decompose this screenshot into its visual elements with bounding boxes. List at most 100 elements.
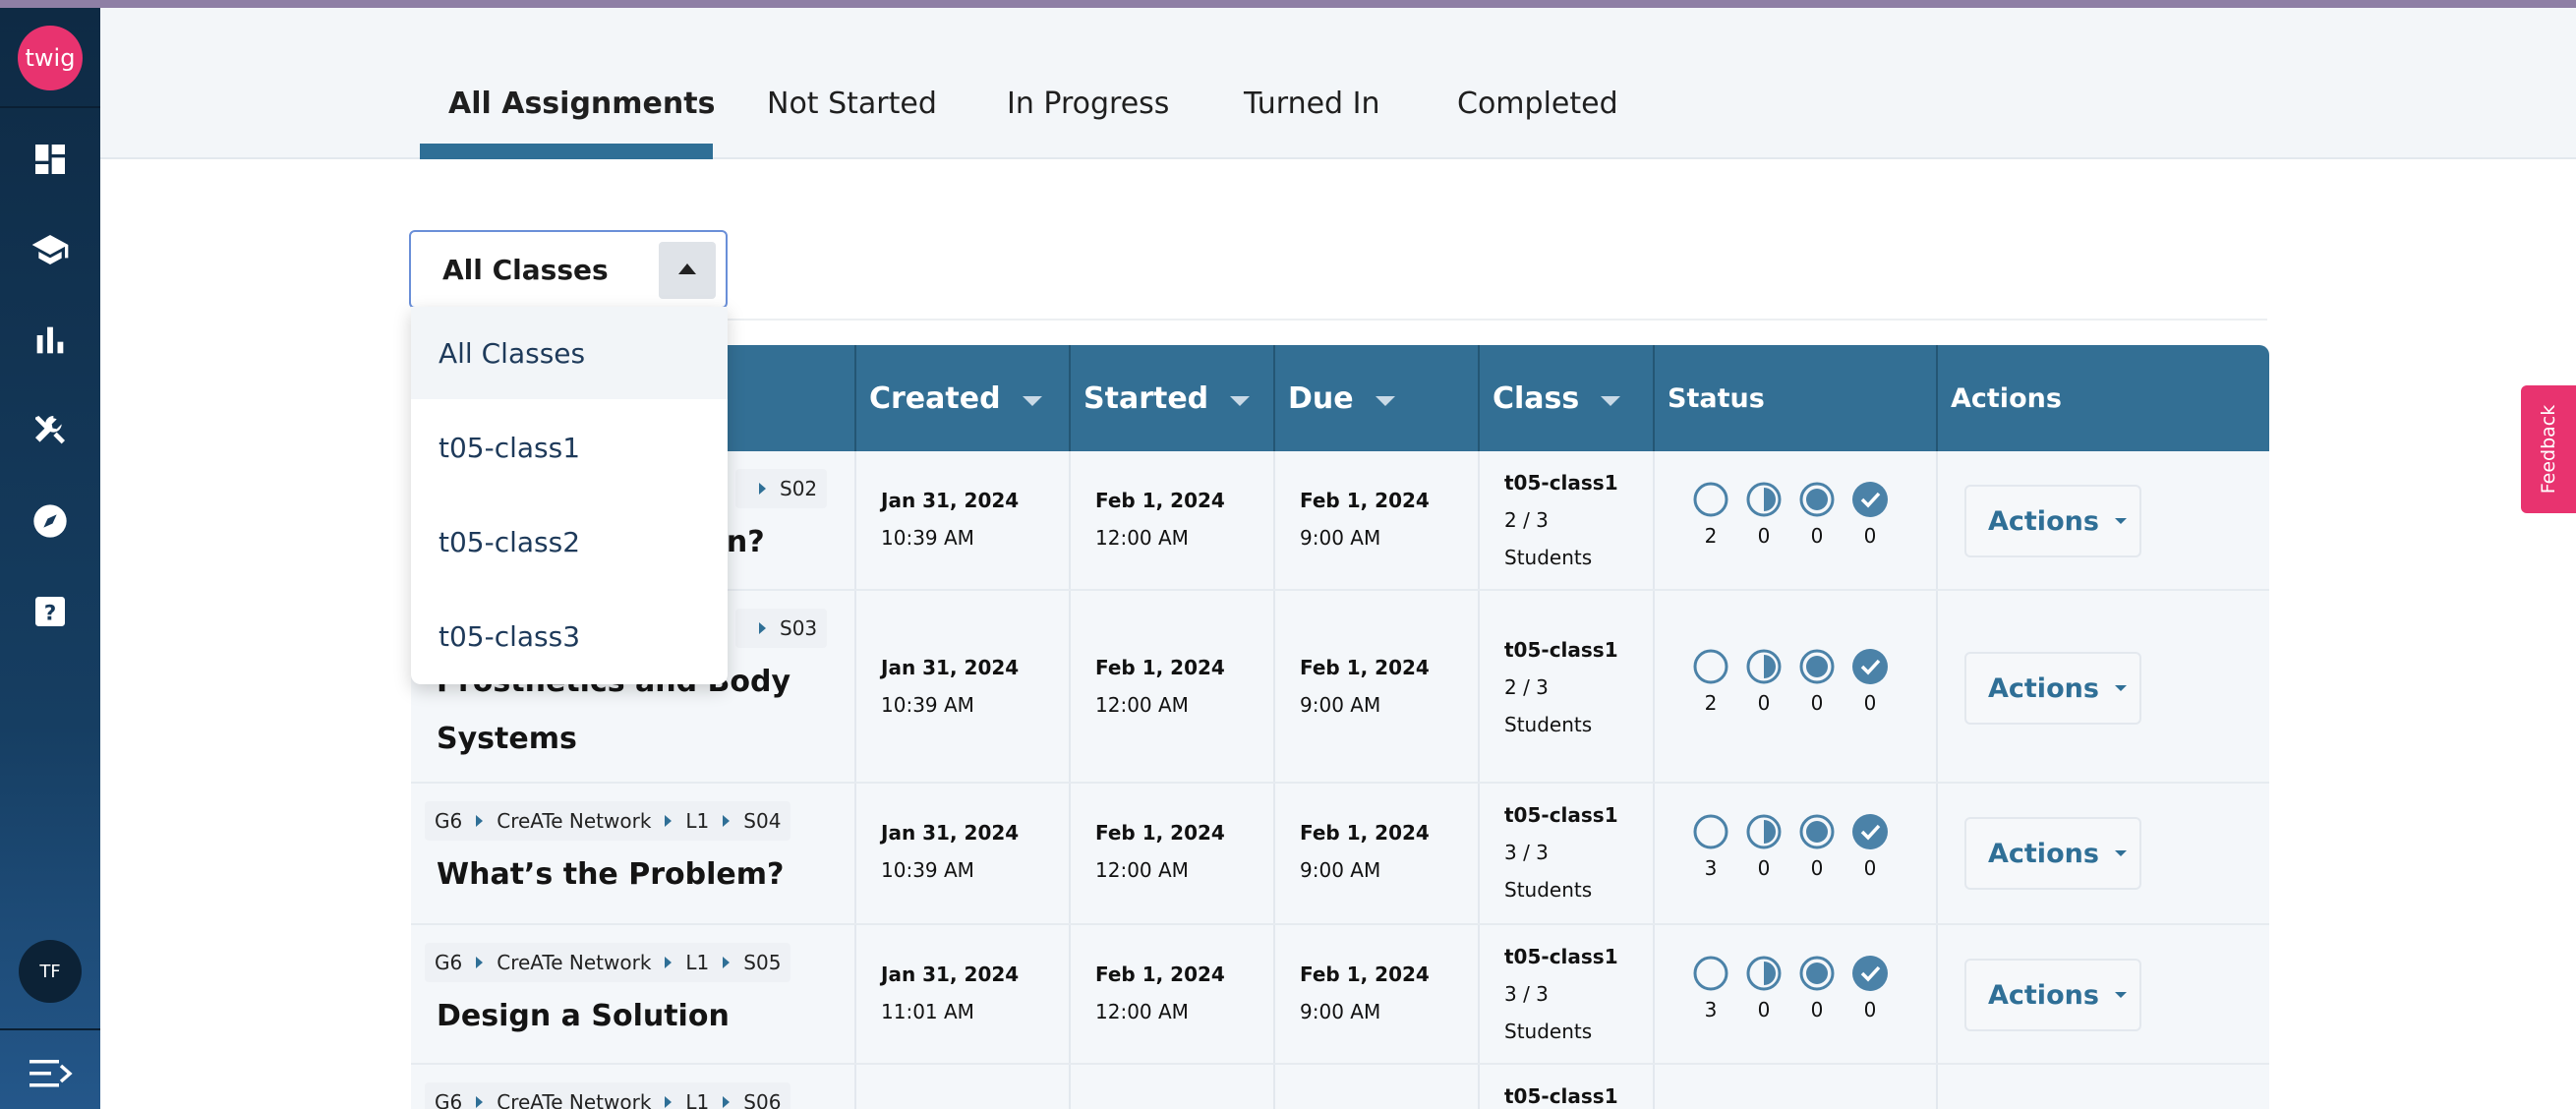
actions-button[interactable]: Actions	[1964, 485, 2141, 557]
user-initials: TF	[39, 961, 61, 982]
tab-header	[100, 8, 2576, 159]
count-not-started: 3	[1704, 856, 1718, 880]
started-date: Feb 1, 2024	[1095, 489, 1225, 512]
chevron-up-icon[interactable]	[659, 242, 716, 299]
count-not-started: 2	[1704, 524, 1718, 548]
due-time: 9:00 AM	[1300, 693, 1381, 717]
actions-label: Actions	[1988, 838, 2099, 869]
breadcrumb-item: G6	[435, 1090, 463, 1109]
tab-turned-in[interactable]: Turned In	[1244, 87, 1380, 121]
lesson-title[interactable]: What’s the Problem?	[437, 846, 784, 904]
graduation-cap-icon[interactable]	[30, 230, 70, 269]
turned-in-icon	[1799, 649, 1835, 684]
in-progress-icon	[1746, 649, 1782, 684]
caret-down-icon	[2114, 518, 2127, 524]
class-option-t05-class3[interactable]: t05-class3	[411, 590, 728, 682]
class-option-all[interactable]: All Classes	[411, 307, 728, 399]
avatar[interactable]: TF	[19, 940, 82, 1003]
status-counts: 3 0 0 0	[1692, 813, 1889, 880]
feedback-button[interactable]: Feedback	[2521, 385, 2576, 513]
class-filter-select[interactable]: All Classes	[409, 230, 728, 309]
column-header-class[interactable]: Class	[1479, 345, 1654, 451]
class-option-t05-class1[interactable]: t05-class1	[411, 401, 728, 494]
help-icon[interactable]: ?	[30, 592, 70, 631]
lesson-title-line2[interactable]: Systems	[437, 711, 577, 768]
logo-text: twig	[25, 44, 76, 72]
count-in-progress: 0	[1757, 998, 1771, 1021]
tab-all-assignments[interactable]: All Assignments	[448, 87, 715, 121]
sort-caret-icon	[1601, 396, 1621, 406]
not-started-icon	[1693, 956, 1728, 991]
breadcrumb: S02	[735, 469, 828, 508]
started-time: 12:00 AM	[1095, 858, 1189, 882]
due-time: 9:00 AM	[1300, 858, 1381, 882]
actions-label: Actions	[1988, 672, 2099, 704]
class-count: 3 / 3	[1504, 841, 1549, 864]
compass-icon[interactable]	[30, 501, 70, 541]
breadcrumb-item: S04	[743, 809, 782, 833]
table-row[interactable]: G6 CreATe Network L1 S04 What’s the Prob…	[411, 784, 2269, 925]
column-header-label: Created	[869, 380, 1001, 416]
table-row[interactable]: G6 CreATe Network L1 S05 Design a Soluti…	[411, 925, 2269, 1065]
class-name: t05-class1	[1504, 638, 1618, 662]
due-date: Feb 1, 2024	[1300, 489, 1430, 512]
app-logo[interactable]: twig	[18, 26, 83, 90]
actions-button[interactable]: Actions	[1964, 959, 2141, 1031]
count-completed: 0	[1863, 691, 1877, 715]
sort-caret-icon	[1375, 396, 1395, 406]
actions-button[interactable]: Actions	[1964, 652, 2141, 725]
class-count: 2 / 3	[1504, 508, 1549, 532]
actions-button[interactable]: Actions	[1964, 817, 2141, 890]
column-header-label: Due	[1288, 380, 1354, 416]
created-date: Jan 31, 2024	[881, 489, 1020, 512]
header-divider	[1936, 345, 1938, 451]
class-name: t05-class1	[1504, 803, 1618, 827]
due-date: Feb 1, 2024	[1300, 656, 1430, 679]
sort-caret-icon	[1022, 396, 1042, 406]
tab-completed[interactable]: Completed	[1457, 87, 1618, 121]
tools-icon[interactable]	[30, 411, 70, 450]
sidebar-divider	[0, 1028, 100, 1030]
count-completed: 0	[1863, 524, 1877, 548]
status-counts: 2 0 0 0	[1692, 648, 1889, 715]
count-completed: 0	[1863, 998, 1877, 1021]
column-header-due[interactable]: Due	[1274, 345, 1479, 451]
class-option-t05-class2[interactable]: t05-class2	[411, 496, 728, 588]
column-header-status: Status	[1654, 345, 1937, 451]
count-turned-in: 0	[1810, 691, 1824, 715]
header-divider	[1478, 345, 1480, 451]
chevron-right-icon	[476, 957, 484, 968]
breadcrumb-item: S03	[780, 616, 818, 640]
tab-not-started[interactable]: Not Started	[767, 87, 937, 121]
table-row[interactable]: G6 CreATe Network L1 S06 t05-class1	[411, 1065, 2269, 1109]
class-filter-menu: All Classes t05-class1 t05-class2 t05-cl…	[411, 307, 728, 684]
breadcrumb: G6 CreATe Network L1 S06	[425, 1082, 791, 1109]
breadcrumb-item: S06	[743, 1090, 782, 1109]
due-date: Feb 1, 2024	[1300, 821, 1430, 845]
chevron-right-icon	[665, 815, 673, 827]
chevron-right-icon	[476, 1096, 484, 1108]
created-date: Jan 31, 2024	[881, 656, 1020, 679]
count-in-progress: 0	[1757, 856, 1771, 880]
class-filter-value: All Classes	[442, 254, 609, 286]
started-date: Feb 1, 2024	[1095, 963, 1225, 986]
column-header-started[interactable]: Started	[1070, 345, 1274, 451]
bar-chart-icon[interactable]	[30, 321, 70, 360]
count-not-started: 3	[1704, 998, 1718, 1021]
chevron-right-icon	[665, 957, 673, 968]
lesson-title[interactable]: Design a Solution	[437, 988, 730, 1045]
class-unit: Students	[1504, 546, 1593, 569]
started-time: 12:00 AM	[1095, 1000, 1189, 1023]
class-count: 2 / 3	[1504, 675, 1549, 699]
breadcrumb-item: L1	[685, 1090, 710, 1109]
column-header-created[interactable]: Created	[855, 345, 1070, 451]
menu-collapse-icon[interactable]	[28, 1056, 73, 1091]
breadcrumb-item: L1	[685, 951, 710, 974]
dashboard-icon[interactable]	[30, 140, 70, 179]
header-divider	[1653, 345, 1655, 451]
started-time: 12:00 AM	[1095, 693, 1189, 717]
created-time: 10:39 AM	[881, 858, 974, 882]
turned-in-icon	[1799, 956, 1835, 991]
created-time: 10:39 AM	[881, 693, 974, 717]
tab-in-progress[interactable]: In Progress	[1007, 87, 1169, 121]
